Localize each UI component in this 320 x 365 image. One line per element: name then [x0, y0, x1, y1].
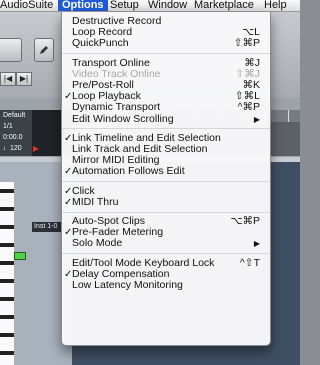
- menu-item-label: Solo Mode: [72, 237, 123, 250]
- menu-item-label: QuickPunch: [72, 37, 129, 50]
- menu-item-quickpunch[interactable]: QuickPunch ⇧⌘P: [62, 38, 270, 49]
- menu-separator: [62, 253, 270, 255]
- menu-separator: [62, 53, 270, 55]
- ruler-label: Default: [3, 112, 26, 119]
- menu-item-label: Dynamic Transport: [72, 101, 161, 114]
- menu-bar: AudioSuite Options Setup Window Marketpl…: [0, 0, 300, 12]
- checkmark-icon: ✓: [64, 132, 73, 144]
- checkmark-icon: ✓: [64, 185, 73, 197]
- menu-separator: [62, 128, 270, 130]
- checkmark-icon: ✓: [64, 268, 73, 280]
- menu-item-label: MIDI Thru: [72, 195, 119, 208]
- menu-item-shortcut: ⇧⌘P: [233, 37, 260, 50]
- menu-item-automation-follows-edit[interactable]: ✓ Automation Follows Edit: [62, 165, 270, 178]
- menu-item-label: Low Latency Monitoring: [72, 279, 183, 291]
- menu-item-low-latency-monitoring[interactable]: Low Latency Monitoring: [62, 280, 270, 291]
- menu-item-edit-tool-mode-keyboard-lock[interactable]: Edit/Tool Mode Keyboard Lock ^⇧T: [62, 256, 270, 269]
- ruler-labels: Default 1/1 0:00.0 ♩120: [0, 110, 32, 156]
- tempo-marker-icon: [33, 146, 39, 152]
- menu-item-label: Click: [72, 184, 95, 197]
- menu-separator: [62, 211, 270, 213]
- menu-options[interactable]: Options: [58, 0, 108, 11]
- pencil-tool-button[interactable]: [34, 38, 54, 62]
- menu-item-edit-window-scrolling[interactable]: Edit Window Scrolling ▶: [62, 112, 270, 125]
- options-menu: Destructive Record Loop Record ⌥L QuickPunc…: [61, 12, 271, 346]
- ruler-label: ♩120: [3, 145, 22, 152]
- menu-item-shortcut: ⌘J: [244, 56, 260, 69]
- menu-item-label: Edit/Tool Mode Keyboard Lock: [72, 256, 215, 269]
- submenu-arrow-icon: ▶: [253, 239, 260, 249]
- checkmark-icon: ✓: [64, 227, 73, 239]
- menu-setup[interactable]: Setup: [106, 0, 143, 11]
- menu-item-click[interactable]: ✓ Click: [62, 184, 270, 197]
- menu-marketplace[interactable]: Marketplace: [190, 0, 258, 11]
- checkmark-icon: ✓: [64, 91, 73, 103]
- toolbar-mode-button[interactable]: [0, 38, 22, 62]
- menu-help[interactable]: Help: [260, 0, 291, 11]
- menu-item-shortcut: ^⇧T: [239, 256, 260, 269]
- ruler-label: 1/1: [3, 123, 13, 130]
- menu-item-solo-mode[interactable]: Solo Mode ▶: [62, 238, 270, 249]
- prev-button[interactable]: |◀: [0, 72, 16, 86]
- next-button[interactable]: ▶|: [16, 72, 32, 86]
- menu-item-label: Automation Follows Edit: [72, 165, 185, 178]
- checkmark-icon: ✓: [64, 196, 73, 208]
- pencil-icon: [40, 46, 48, 54]
- menu-item-label: Edit Window Scrolling: [72, 112, 174, 125]
- menu-audiosuite[interactable]: AudioSuite: [0, 0, 57, 11]
- ruler-label: 0:00.0: [3, 134, 23, 141]
- menu-item-shortcut: ^⌘P: [237, 101, 260, 114]
- checkmark-icon: ✓: [64, 166, 73, 178]
- menu-item-label: Transport Online: [72, 56, 150, 69]
- menu-separator: [62, 181, 270, 183]
- menu-item-midi-thru[interactable]: ✓ MIDI Thru: [62, 195, 270, 208]
- menu-item-transport-online[interactable]: Transport Online ⌘J: [62, 56, 270, 69]
- piano-keyboard[interactable]: [0, 182, 14, 365]
- menu-item-shortcut: ⌥⌘P: [230, 215, 260, 227]
- submenu-arrow-icon: ▶: [253, 114, 260, 124]
- menu-item-dynamic-transport[interactable]: Dynamic Transport ^⌘P: [62, 102, 270, 113]
- track-activity-indicator: [14, 252, 26, 260]
- menu-window[interactable]: Window: [144, 0, 191, 11]
